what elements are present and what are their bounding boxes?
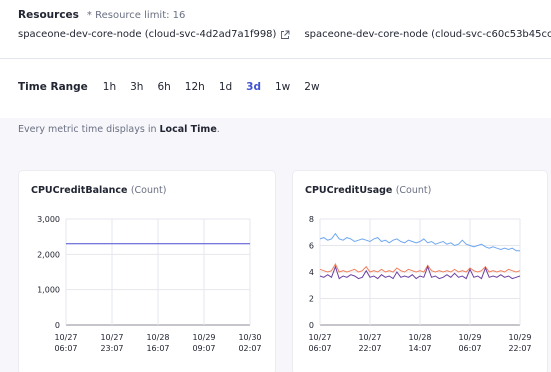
resource-node-link[interactable]: spaceone-dev-core-node (cloud-svc-c60c53… xyxy=(304,29,551,40)
resource-limit: * Resource limit: 16 xyxy=(86,10,186,21)
y-tick-label: 1,000 xyxy=(37,286,60,295)
y-tick-label: 0 xyxy=(55,321,60,330)
x-tick-label: 10/27 xyxy=(308,333,331,342)
resource-node-link[interactable]: spaceone-dev-core-node (cloud-svc-4d2ad7… xyxy=(18,29,290,40)
resource-node-label[interactable]: spaceone-dev-core-node (cloud-svc-c60c53… xyxy=(304,29,551,40)
time-range-option-1w[interactable]: 1w xyxy=(268,81,297,93)
x-tick-label: 10/27 xyxy=(358,333,381,342)
external-link-icon[interactable] xyxy=(280,30,290,40)
resources-header: Resources * Resource limit: 16 xyxy=(18,9,185,21)
time-range-option-3d[interactable]: 3d xyxy=(239,81,268,93)
resource-node-label[interactable]: spaceone-dev-core-node (cloud-svc-4d2ad7… xyxy=(18,29,276,40)
y-tick-label: 0 xyxy=(309,321,314,330)
x-tick-label: 23:07 xyxy=(100,344,123,353)
x-tick-label: 10/28 xyxy=(408,333,431,342)
x-tick-label: 14:07 xyxy=(408,344,431,353)
resources-title: Resources xyxy=(18,9,79,21)
resources-panel: Resources * Resource limit: 16 spaceone-… xyxy=(0,0,551,118)
time-range-option-1d[interactable]: 1d xyxy=(212,81,239,93)
x-tick-label: 10/29 xyxy=(458,333,481,342)
x-tick-label: 22:07 xyxy=(508,344,531,353)
section-divider xyxy=(0,58,551,59)
x-tick-label: 16:07 xyxy=(146,344,169,353)
x-tick-label: 22:07 xyxy=(358,344,381,353)
time-range-label: Time Range xyxy=(18,81,88,93)
y-tick-label: 3,000 xyxy=(37,215,60,224)
metric-unit: (Count) xyxy=(130,185,167,196)
resource-node-list: spaceone-dev-core-node (cloud-svc-4d2ad7… xyxy=(18,29,551,40)
x-tick-label: 10/29 xyxy=(192,333,215,342)
notice-suffix: . xyxy=(216,124,220,135)
metric-card-cpu-credit-balance: CPUCreditBalance (Count) 0 1,000 2,000 3,00… xyxy=(18,170,276,372)
x-tick-label: 10/29 xyxy=(508,333,531,342)
y-tick-label: 4 xyxy=(309,268,314,277)
x-tick-label: 09:07 xyxy=(192,344,215,353)
time-range-option-1h[interactable]: 1h xyxy=(96,81,123,93)
cpu-credit-usage-chart: 0 2 4 6 8 10/27 06:07 10/27 22:07 10/28 14:07 10/29… xyxy=(308,215,531,353)
metric-unit: (Count) xyxy=(395,185,432,196)
time-range-selector: Time Range 1h 3h 6h 12h 1d 3d 1w 2w xyxy=(18,81,327,93)
metric-card-cpu-credit-usage: CPUCreditUsage (Count) 0 2 4 6 8 10/27 06:07 10… xyxy=(292,170,548,372)
x-tick-label: 10/30 xyxy=(238,333,261,342)
notice-highlight: Local Time xyxy=(159,124,217,135)
metric-name: CPUCreditUsage xyxy=(305,185,393,196)
x-tick-label: 06:07 xyxy=(458,344,481,353)
x-tick-label: 06:07 xyxy=(308,344,331,353)
x-tick-label: 10/28 xyxy=(146,333,169,342)
x-tick-label: 06:07 xyxy=(54,344,77,353)
metric-title: CPUCreditBalance (Count) xyxy=(31,185,166,196)
y-tick-label: 6 xyxy=(309,242,314,251)
y-tick-label: 8 xyxy=(309,215,314,224)
y-tick-label: 2,000 xyxy=(37,250,60,259)
time-range-option-3h[interactable]: 3h xyxy=(123,81,150,93)
x-tick-label: 10/27 xyxy=(100,333,123,342)
local-time-notice: Every metric time displays in Local Time… xyxy=(18,124,220,135)
time-range-option-2w[interactable]: 2w xyxy=(297,81,326,93)
time-range-option-12h[interactable]: 12h xyxy=(178,81,212,93)
x-tick-label: 02:07 xyxy=(238,344,261,353)
metric-title: CPUCreditUsage (Count) xyxy=(305,185,431,196)
time-range-option-6h[interactable]: 6h xyxy=(150,81,177,93)
notice-prefix: Every metric time displays in xyxy=(18,124,160,135)
metric-name: CPUCreditBalance xyxy=(31,185,128,196)
cpu-credit-balance-chart: 0 1,000 2,000 3,000 10/27 06:07 10/27 23:07 10/2… xyxy=(37,215,261,353)
x-tick-label: 10/27 xyxy=(54,333,77,342)
y-tick-label: 2 xyxy=(309,295,314,304)
